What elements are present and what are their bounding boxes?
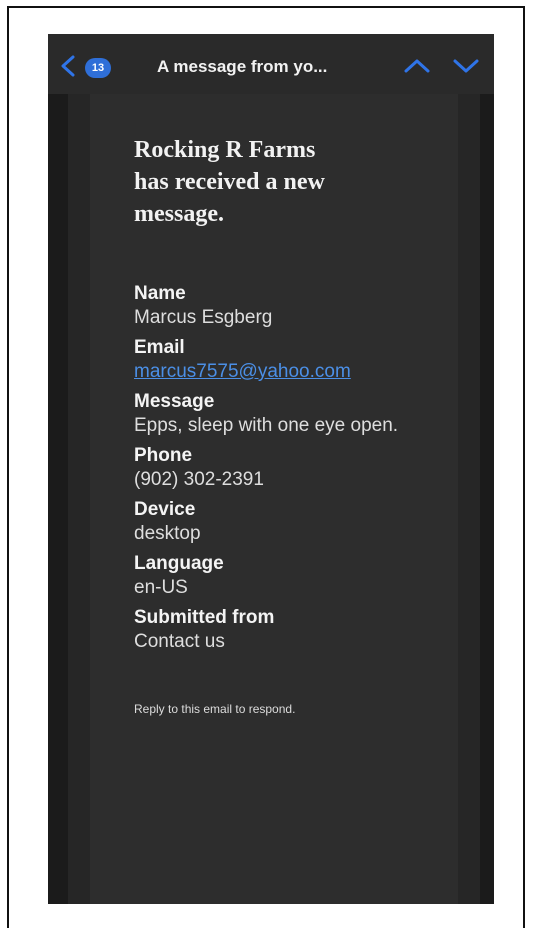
- chevron-down-icon[interactable]: [452, 56, 480, 76]
- chevron-up-icon[interactable]: [403, 56, 431, 76]
- email-link[interactable]: marcus7575@yahoo.com: [134, 361, 351, 382]
- field-label-email: Email: [134, 337, 185, 358]
- headline-line-2: has received a new: [134, 169, 325, 195]
- right-gutter: [480, 94, 494, 904]
- unread-count-badge[interactable]: 13: [85, 58, 111, 78]
- field-value-message: Epps, sleep with one eye open.: [134, 415, 399, 436]
- email-content: Rocking R Farms has received a new messa…: [134, 134, 414, 716]
- field-value-phone: (902) 302-2391: [134, 469, 264, 490]
- field-label-language: Language: [134, 553, 224, 574]
- field-label-name: Name: [134, 283, 186, 304]
- email-subject-title: A message from yo...: [157, 57, 328, 76]
- email-headline: Rocking R Farms has received a new messa…: [134, 134, 414, 230]
- field-value-name: Marcus Esgberg: [134, 307, 273, 328]
- left-gutter: [48, 94, 68, 904]
- field-label-submitted-from: Submitted from: [134, 607, 275, 628]
- field-label-phone: Phone: [134, 445, 193, 466]
- email-screen: 13 A message from yo... Rocking R Farms …: [48, 34, 494, 904]
- reply-instruction: Reply to this email to respond.: [134, 702, 296, 716]
- field-value-language: en-US: [134, 577, 188, 598]
- field-value-submitted-from: Contact us: [134, 631, 225, 652]
- field-label-device: Device: [134, 499, 196, 520]
- headline-line-3: message.: [134, 201, 224, 227]
- field-value-email: marcus7575@yahoo.com: [134, 360, 414, 384]
- top-navigation-bar: 13 A message from yo...: [48, 34, 494, 94]
- headline-line-1: Rocking R Farms: [134, 137, 316, 163]
- chevron-left-icon[interactable]: [58, 54, 78, 78]
- field-value-device: desktop: [134, 523, 201, 544]
- field-label-message: Message: [134, 391, 215, 412]
- message-fields: Name Marcus Esgberg Email marcus7575@yah…: [134, 282, 414, 654]
